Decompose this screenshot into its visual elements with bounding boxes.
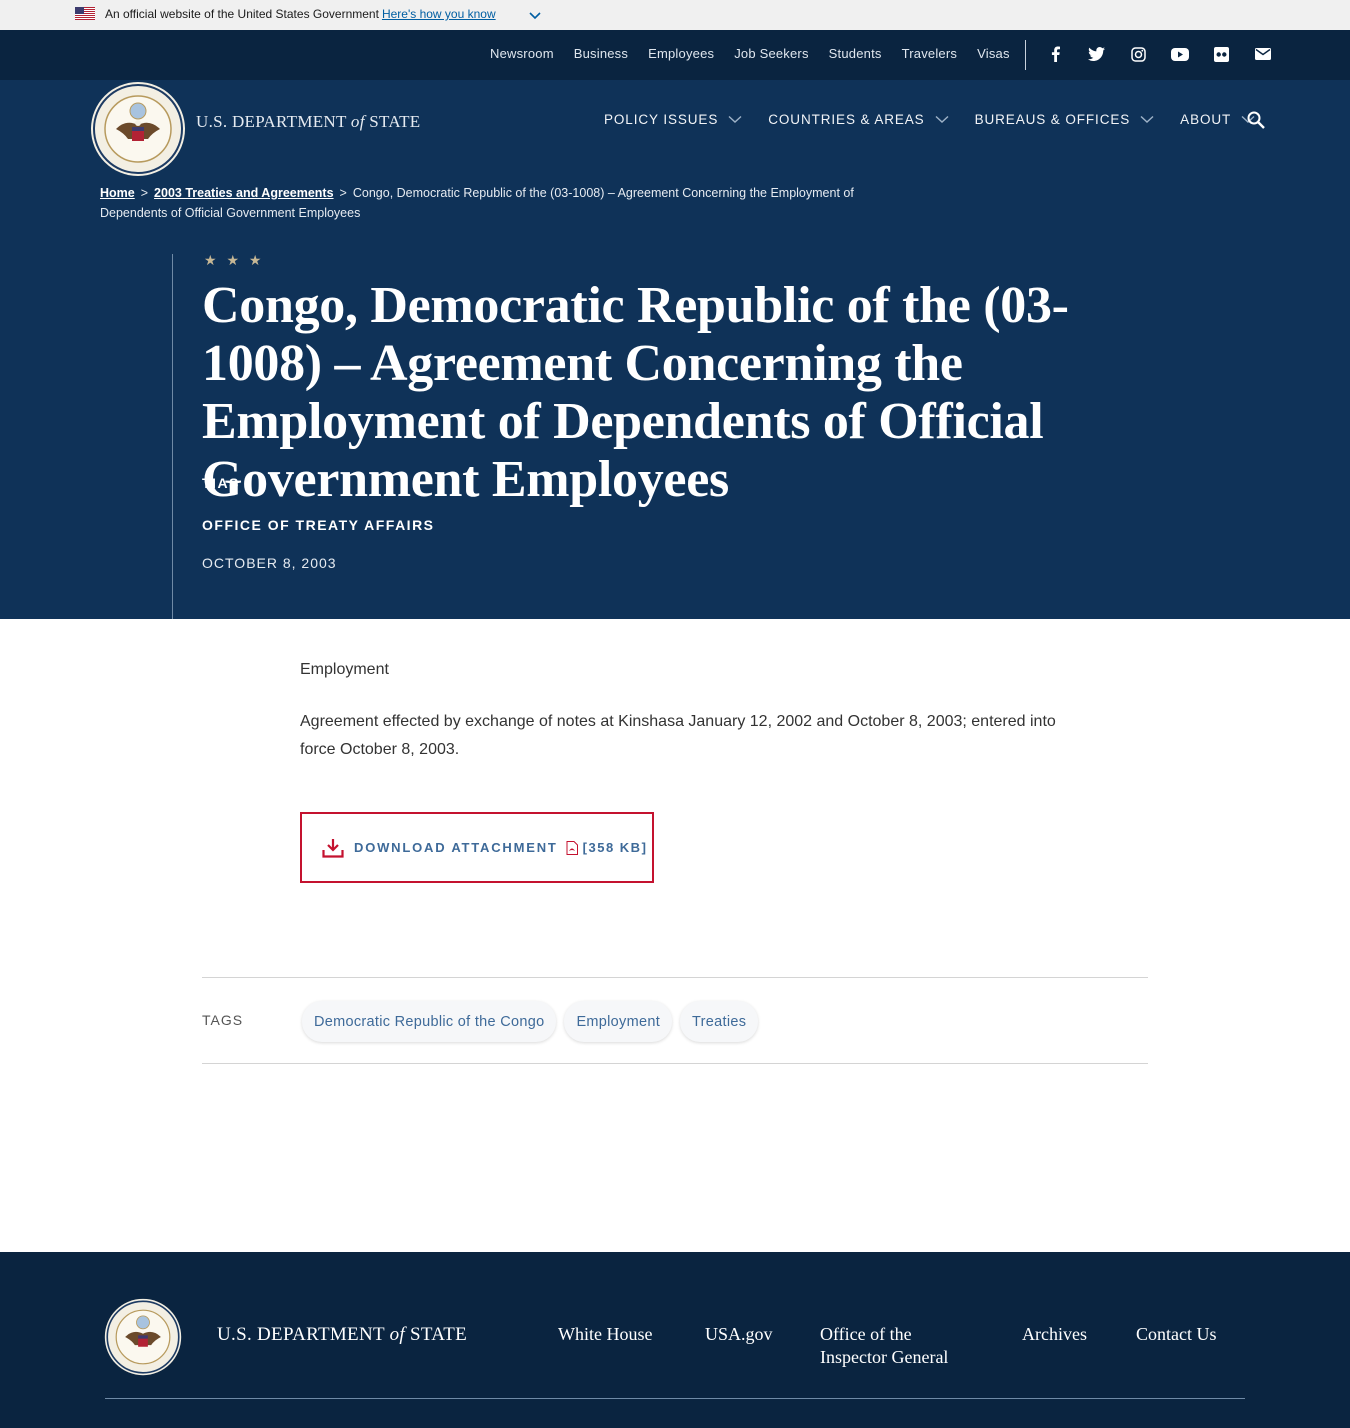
utility-link-newsroom[interactable]: Newsroom [490, 46, 554, 61]
nav-about[interactable]: ABOUT [1180, 112, 1255, 127]
article-type: TIAS [202, 475, 240, 491]
department-seal-logo[interactable] [90, 81, 186, 177]
article-office: OFFICE OF TREATY AFFAIRS [202, 517, 435, 533]
site-footer: U.S. DEPARTMENT of STATE White House USA… [0, 1252, 1350, 1428]
stars-ornament: ★ ★ ★ [204, 252, 265, 268]
utility-divider [1025, 40, 1026, 70]
chevron-down-icon [935, 115, 949, 123]
tags-divider-top [202, 977, 1148, 978]
footer-link-archives[interactable]: Archives [1022, 1323, 1087, 1346]
footer-link-contact-us[interactable]: Contact Us [1136, 1323, 1217, 1346]
nav-label: ABOUT [1180, 112, 1232, 127]
footer-brand-suffix: STATE [404, 1324, 468, 1345]
nav-policy-issues[interactable]: POLICY ISSUES [604, 112, 742, 127]
social-links [1045, 45, 1294, 63]
footer-divider [105, 1398, 1245, 1399]
breadcrumb-home[interactable]: Home [100, 186, 135, 200]
footer-brand-of: of [389, 1324, 405, 1345]
article-date: OCTOBER 8, 2003 [202, 555, 337, 571]
article-description: Agreement effected by exchange of notes … [300, 713, 1056, 758]
download-size: [358 KB] [582, 840, 648, 855]
download-icon [322, 838, 344, 858]
footer-brand-wordmark[interactable]: U.S. DEPARTMENT of STATE [217, 1324, 467, 1346]
facebook-icon[interactable] [1045, 45, 1065, 63]
utility-link-business[interactable]: Business [574, 46, 628, 61]
how-you-know-link[interactable]: Here's how you know [382, 7, 496, 21]
utility-nav: Newsroom Business Employees Job Seekers … [490, 46, 1030, 61]
us-flag-icon [75, 7, 95, 20]
footer-link-inspector-general[interactable]: Office of the Inspector General [820, 1323, 970, 1369]
tags-label: TAGS [202, 1012, 244, 1028]
nav-bureaus-offices[interactable]: BUREAUS & OFFICES [975, 112, 1155, 127]
twitter-icon[interactable] [1087, 45, 1107, 63]
breadcrumb-parent[interactable]: 2003 Treaties and Agreements [154, 186, 334, 200]
utility-link-students[interactable]: Students [829, 46, 882, 61]
chevron-down-icon [728, 115, 742, 123]
utility-link-visas[interactable]: Visas [977, 46, 1010, 61]
tags-divider-bottom [202, 1063, 1148, 1064]
chevron-down-icon [1140, 115, 1154, 123]
footer-seal-logo[interactable] [104, 1298, 182, 1376]
title-accent-line [172, 254, 173, 619]
footer-link-white-house[interactable]: White House [558, 1323, 652, 1346]
breadcrumb-separator: > [339, 186, 347, 200]
nav-label: BUREAUS & OFFICES [974, 112, 1131, 127]
nav-label: COUNTRIES & AREAS [768, 112, 925, 127]
article-category: Employment [300, 661, 389, 678]
youtube-icon[interactable] [1170, 45, 1190, 63]
page-title: Congo, Democratic Republic of the (03-10… [202, 277, 1069, 508]
nav-label: POLICY ISSUES [604, 112, 719, 127]
breadcrumb-separator: > [140, 186, 149, 200]
utility-link-job-seekers[interactable]: Job Seekers [734, 46, 808, 61]
chevron-down-icon[interactable] [528, 9, 542, 23]
footer-brand-prefix: U.S. DEPARTMENT [217, 1324, 390, 1345]
footer-link-usa-gov[interactable]: USA.gov [705, 1323, 773, 1346]
search-icon[interactable] [1246, 110, 1266, 130]
main-nav: POLICY ISSUES COUNTRIES & AREAS BUREAUS … [604, 112, 1281, 127]
site-header: Newsroom Business Employees Job Seekers … [0, 30, 1350, 619]
nav-countries-areas[interactable]: COUNTRIES & AREAS [768, 112, 949, 127]
utility-link-employees[interactable]: Employees [648, 46, 714, 61]
brand-prefix: U.S. DEPARTMENT [196, 112, 351, 131]
tag-employment[interactable]: Employment [564, 1001, 673, 1042]
brand-suffix: STATE [364, 112, 421, 131]
instagram-icon[interactable] [1128, 45, 1148, 63]
breadcrumb: Home >2003 Treaties and Agreements > Congo,… [100, 183, 900, 223]
tag-democratic-republic-of-the-congo[interactable]: Democratic Republic of the Congo [302, 1001, 557, 1042]
pdf-file-icon [566, 840, 578, 855]
download-attachment-button[interactable]: DOWNLOAD ATTACHMENT [358 KB] [300, 812, 654, 883]
tags-list: Democratic Republic of the Congo Employm… [302, 1001, 766, 1042]
official-banner: An official website of the United States… [0, 0, 1350, 30]
download-label: DOWNLOAD ATTACHMENT [354, 840, 558, 855]
email-icon[interactable] [1253, 45, 1273, 63]
utility-link-travelers[interactable]: Travelers [902, 46, 958, 61]
banner-text: An official website of the United States… [105, 7, 379, 21]
brand-wordmark[interactable]: U.S. DEPARTMENT of STATE [196, 112, 420, 132]
brand-of: of [350, 112, 365, 131]
flickr-icon[interactable] [1211, 45, 1231, 63]
tag-treaties[interactable]: Treaties [680, 1001, 759, 1042]
